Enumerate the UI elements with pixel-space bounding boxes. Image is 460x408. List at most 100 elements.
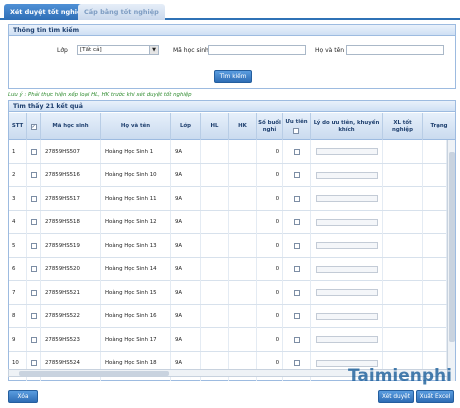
row-checkbox[interactable] (30, 360, 37, 366)
row-checkbox[interactable] (30, 172, 37, 178)
row-checkbox[interactable] (30, 219, 37, 225)
row-checkbox[interactable] (30, 195, 37, 202)
row-hk (229, 304, 257, 328)
row-ly-do-input[interactable] (315, 195, 378, 202)
row-hl (201, 281, 229, 304)
row-hk (229, 140, 257, 163)
row-checkbox[interactable] (30, 289, 37, 296)
search-panel-title: Thông tin tìm kiếm (9, 25, 455, 36)
row-uu-tien-checkbox[interactable] (293, 148, 300, 155)
table-row[interactable]: 1 27859HS507 Hoàng Học Sinh 1 9A 0 (9, 140, 447, 164)
table-row[interactable]: 3 27859HS517 Hoàng Học Sinh 11 9A 0 (9, 187, 447, 211)
tab-bar: Xét duyệt tốt nghiệp Cấp bằng tốt nghiệp (0, 4, 460, 20)
row-checkbox[interactable] (30, 336, 37, 343)
row-ly-do-input[interactable] (315, 265, 378, 273)
row-ly-do-input[interactable] (315, 336, 378, 343)
row-uu-tien-checkbox[interactable] (293, 289, 300, 296)
row-ho-ten: Hoàng Học Sinh 17 (101, 328, 171, 351)
row-lop: 9A (171, 304, 201, 328)
row-uu-tien-checkbox[interactable] (293, 336, 300, 343)
row-uu-tien-checkbox[interactable] (293, 195, 300, 202)
row-uu-tien-checkbox[interactable] (293, 242, 300, 249)
row-uu-tien-checkbox[interactable] (293, 360, 300, 366)
table-row[interactable]: 4 27859HS518 Hoàng Học Sinh 12 9A 0 (9, 210, 447, 234)
table-row[interactable]: 6 27859HS520 Hoàng Học Sinh 14 9A 0 (9, 257, 447, 281)
row-trang-thai (423, 163, 447, 187)
row-xl-tot-nghiep (383, 281, 423, 304)
row-ly-do-input-cell (311, 210, 383, 234)
row-ly-do-input[interactable] (315, 218, 378, 226)
chevron-down-icon[interactable]: ▼ (149, 46, 158, 54)
col-hk: HK (229, 113, 257, 140)
row-ho-ten: Hoàng Học Sinh 10 (101, 163, 171, 187)
row-hl (201, 234, 229, 257)
row-checkbox[interactable] (30, 266, 37, 272)
ma-hoc-sinh-input[interactable] (208, 45, 306, 55)
row-stt: 6 (9, 257, 27, 281)
export-excel-button[interactable]: Xuất Excel (416, 390, 454, 403)
row-so-buoi-nghi: 0 (257, 328, 283, 351)
row-lop: 9A (171, 187, 201, 210)
row-lop: 9A (171, 234, 201, 257)
row-so-buoi-nghi: 0 (257, 140, 283, 163)
select-all-checkbox[interactable]: ✓ (30, 123, 37, 130)
row-trang-thai (423, 328, 447, 351)
row-ma-hoc-sinh: 27859HS518 (41, 210, 101, 234)
row-so-buoi-nghi: 0 (257, 163, 283, 187)
note-text: Lưu ý : Phải thực hiện xếp loại HL, HK t… (8, 92, 192, 98)
table-row[interactable]: 7 27859HS521 Hoàng Học Sinh 15 9A 0 (9, 281, 447, 305)
row-checkbox-cell (27, 140, 41, 163)
row-xl-tot-nghiep (383, 187, 423, 210)
row-ly-do-input[interactable] (315, 312, 378, 320)
horizontal-scroll-thumb[interactable] (19, 371, 169, 376)
ho-ten-input[interactable] (346, 45, 444, 55)
table-row[interactable]: 5 27859HS519 Hoàng Học Sinh 13 9A 0 (9, 234, 447, 258)
row-checkbox[interactable] (30, 148, 37, 155)
approve-button[interactable]: Xét duyệt (378, 390, 414, 403)
results-panel: Tìm thấy 21 kết quả STT ✓ Mã học sinh Họ… (8, 100, 456, 381)
row-trang-thai (423, 140, 447, 163)
vertical-scrollbar[interactable] (447, 140, 455, 381)
uu-tien-all-checkbox[interactable] (293, 127, 300, 134)
row-so-buoi-nghi: 0 (257, 234, 283, 257)
row-ly-do-input[interactable] (315, 242, 378, 249)
row-stt: 7 (9, 281, 27, 304)
row-ly-do-input-cell (311, 328, 383, 351)
col-so-buoi-nghi: Số buổi nghỉ (257, 113, 283, 140)
row-uu-tien-checkbox[interactable] (293, 313, 300, 319)
row-ly-do-input-cell (311, 234, 383, 257)
row-so-buoi-nghi: 0 (257, 187, 283, 210)
row-ly-do-input[interactable] (315, 289, 378, 296)
row-checkbox-cell (27, 328, 41, 351)
row-checkbox[interactable] (30, 242, 37, 249)
lop-select[interactable]: [Tất cả] ▼ (77, 45, 159, 55)
col-uu-tien: Ưu tiên (283, 113, 311, 140)
row-ma-hoc-sinh: 27859HS521 (41, 281, 101, 304)
tab-cap-bang[interactable]: Cấp bằng tốt nghiệp (78, 4, 165, 20)
row-uu-tien-checkbox[interactable] (293, 219, 300, 225)
row-ly-do-input-cell (311, 281, 383, 304)
row-uu-tien-checkbox-cell (283, 281, 311, 304)
row-checkbox[interactable] (30, 313, 37, 319)
row-ly-do-input[interactable] (315, 148, 378, 155)
row-uu-tien-checkbox[interactable] (293, 172, 300, 178)
row-hk (229, 234, 257, 257)
row-hl (201, 163, 229, 187)
search-button[interactable]: Tìm kiếm (214, 70, 252, 83)
row-checkbox-cell (27, 163, 41, 187)
vertical-scroll-thumb[interactable] (449, 152, 455, 342)
ma-hoc-sinh-label: Mã học sinh (173, 47, 209, 54)
col-ten: Họ và tên (101, 113, 171, 140)
row-uu-tien-checkbox[interactable] (293, 266, 300, 272)
table-row[interactable]: 8 27859HS522 Hoàng Học Sinh 16 9A 0 (9, 304, 447, 328)
row-uu-tien-checkbox-cell (283, 328, 311, 351)
row-xl-tot-nghiep (383, 328, 423, 351)
row-lop: 9A (171, 281, 201, 304)
table-row[interactable]: 2 27859HS516 Hoàng Học Sinh 10 9A 0 (9, 163, 447, 187)
row-ho-ten: Hoàng Học Sinh 1 (101, 140, 171, 163)
row-ly-do-input[interactable] (315, 171, 378, 179)
delete-button[interactable]: Xóa (8, 390, 38, 403)
row-hk (229, 210, 257, 234)
col-uu-tien-label: Ưu tiên (285, 119, 308, 126)
table-row[interactable]: 9 27859HS523 Hoàng Học Sinh 17 9A 0 (9, 328, 447, 352)
